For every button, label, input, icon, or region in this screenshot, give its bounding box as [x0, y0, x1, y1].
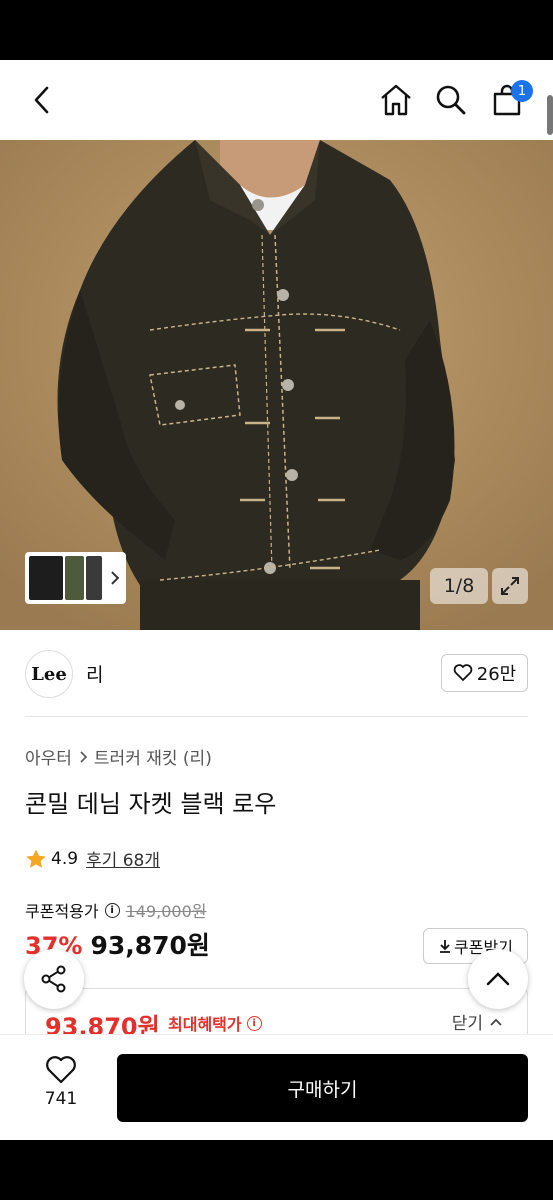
home-button[interactable] [376, 80, 416, 120]
chevron-right-icon [80, 750, 88, 763]
search-button[interactable] [431, 80, 471, 120]
wishlist-count: 741 [44, 1089, 78, 1109]
home-icon [381, 84, 411, 116]
brand-logo[interactable]: Lee [25, 650, 73, 698]
thumbnail[interactable] [29, 556, 63, 600]
image-counter: 1/8 [430, 568, 488, 604]
thumbnail[interactable] [64, 556, 85, 600]
star-icon [26, 849, 46, 868]
chevron-up-icon [486, 972, 510, 986]
share-icon [41, 965, 66, 993]
chevron-left-icon [34, 86, 49, 114]
breadcrumb-category[interactable]: 아우터 [25, 744, 72, 769]
coupon-price-label: 쿠폰적용가 [25, 902, 99, 921]
expand-icon [501, 577, 519, 595]
info-icon[interactable]: i [246, 1015, 262, 1031]
share-button[interactable] [24, 949, 84, 1009]
scroll-indicator [547, 95, 553, 135]
reviews-link[interactable]: 후기 68개 [86, 846, 160, 871]
breadcrumb-subcategory[interactable]: 트러커 재킷 (리) [94, 744, 212, 769]
cart-button[interactable]: 1 [487, 80, 533, 120]
divider [25, 716, 528, 717]
chevron-right-icon [111, 571, 120, 585]
brand-logo-text: Lee [31, 663, 67, 685]
brand-like-button[interactable]: 26만 [441, 654, 528, 692]
product-page: 1 1/8 Lee 리 26만 아우터 트러커 재킷 (리) 콘밀 데님 자켓 … [0, 60, 553, 1140]
breadcrumb: 아우터 트러커 재킷 (리) [25, 744, 212, 769]
info-icon[interactable]: i [104, 902, 120, 918]
max-benefit-label-row: 최대혜택가 i [168, 1011, 262, 1035]
wishlist-button[interactable]: 741 [26, 1055, 96, 1109]
cart-count-badge: 1 [511, 80, 533, 102]
close-label: 닫기 [451, 1014, 483, 1034]
download-icon [440, 940, 451, 953]
heart-icon [453, 664, 473, 681]
image-thumbnail-strip[interactable] [25, 552, 126, 604]
top-navigation-bar: 1 [0, 60, 553, 140]
scroll-top-button[interactable] [468, 949, 528, 1009]
buy-button[interactable]: 구매하기 [117, 1054, 528, 1122]
product-image[interactable]: 1/8 [0, 140, 553, 630]
search-icon [436, 85, 466, 115]
heart-icon [46, 1056, 76, 1084]
expand-image-button[interactable] [492, 568, 528, 604]
rating-row: 4.9 후기 68개 [25, 846, 160, 871]
phone-screen: 1 1/8 Lee 리 26만 아우터 트러커 재킷 (리) 콘밀 데님 자켓 … [0, 0, 553, 1200]
sale-price: 93,870원 [90, 931, 210, 960]
chevron-up-icon [490, 1018, 502, 1026]
original-price: 149,000원 [125, 902, 207, 921]
thumbnail[interactable] [86, 556, 103, 600]
rating-value: 4.9 [51, 848, 79, 869]
back-button[interactable] [22, 80, 62, 120]
brand-like-count: 26만 [476, 664, 517, 685]
brand-name[interactable]: 리 [86, 660, 103, 687]
bottom-action-bar: 741 구매하기 [0, 1034, 553, 1140]
coupon-price-row: 쿠폰적용가 i 149,000원 [25, 898, 207, 922]
product-title: 콘밀 데님 자켓 블랙 로우 [25, 790, 277, 818]
max-benefit-label: 최대혜택가 [168, 1015, 242, 1034]
close-benefit-toggle[interactable]: 닫기 [452, 1009, 503, 1034]
